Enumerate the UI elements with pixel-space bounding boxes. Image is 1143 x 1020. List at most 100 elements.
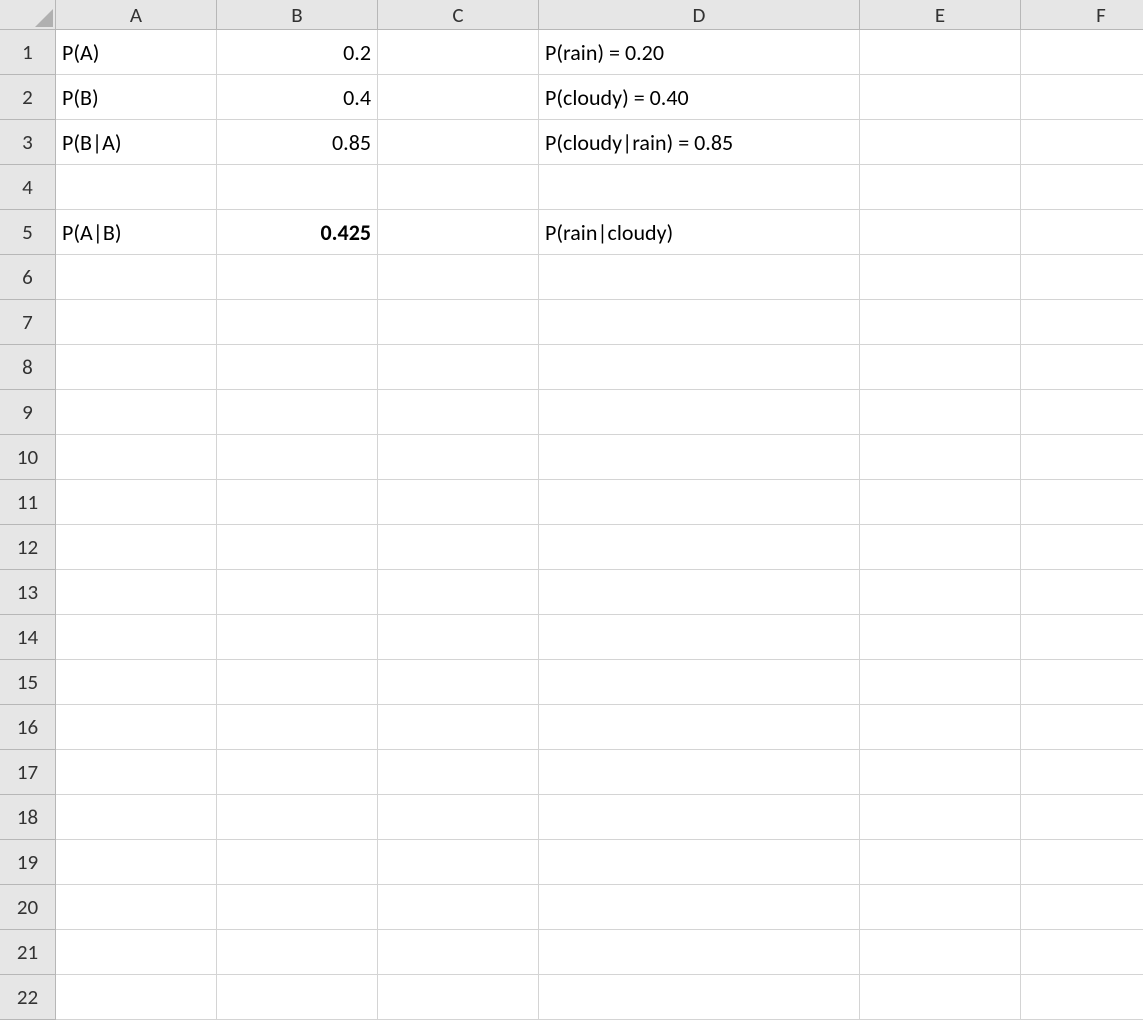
cell-D7[interactable] — [539, 300, 860, 345]
cell-C11[interactable] — [378, 480, 539, 525]
row-header-17[interactable]: 17 — [0, 750, 56, 795]
cell-C10[interactable] — [378, 435, 539, 480]
cell-A10[interactable] — [56, 435, 217, 480]
cell-F10[interactable] — [1021, 435, 1143, 480]
cell-D6[interactable] — [539, 255, 860, 300]
cell-E9[interactable] — [860, 390, 1021, 435]
cell-E19[interactable] — [860, 840, 1021, 885]
cell-A6[interactable] — [56, 255, 217, 300]
cell-D4[interactable] — [539, 165, 860, 210]
row-header-4[interactable]: 4 — [0, 165, 56, 210]
cell-C19[interactable] — [378, 840, 539, 885]
cell-E17[interactable] — [860, 750, 1021, 795]
cell-D5[interactable]: P(rain|cloudy) — [539, 210, 860, 255]
cell-A5[interactable]: P(A|B) — [56, 210, 217, 255]
cell-D18[interactable] — [539, 795, 860, 840]
cell-C15[interactable] — [378, 660, 539, 705]
cell-A2[interactable]: P(B) — [56, 75, 217, 120]
cell-F19[interactable] — [1021, 840, 1143, 885]
cell-B5[interactable]: 0.425 — [217, 210, 378, 255]
cell-A3[interactable]: P(B|A) — [56, 120, 217, 165]
cell-B3[interactable]: 0.85 — [217, 120, 378, 165]
cell-A1[interactable]: P(A) — [56, 30, 217, 75]
cell-E20[interactable] — [860, 885, 1021, 930]
cell-C21[interactable] — [378, 930, 539, 975]
cell-D9[interactable] — [539, 390, 860, 435]
cell-F4[interactable] — [1021, 165, 1143, 210]
cell-C9[interactable] — [378, 390, 539, 435]
row-header-20[interactable]: 20 — [0, 885, 56, 930]
cell-B4[interactable] — [217, 165, 378, 210]
cell-D17[interactable] — [539, 750, 860, 795]
cell-E2[interactable] — [860, 75, 1021, 120]
row-header-12[interactable]: 12 — [0, 525, 56, 570]
cell-B2[interactable]: 0.4 — [217, 75, 378, 120]
cell-E5[interactable] — [860, 210, 1021, 255]
cell-D2[interactable]: P(cloudy) = 0.40 — [539, 75, 860, 120]
cell-F7[interactable] — [1021, 300, 1143, 345]
cell-F5[interactable] — [1021, 210, 1143, 255]
cell-D13[interactable] — [539, 570, 860, 615]
cell-D1[interactable]: P(rain) = 0.20 — [539, 30, 860, 75]
col-header-A[interactable]: A — [56, 0, 217, 30]
cell-F22[interactable] — [1021, 975, 1143, 1020]
cell-C6[interactable] — [378, 255, 539, 300]
cell-D15[interactable] — [539, 660, 860, 705]
row-header-22[interactable]: 22 — [0, 975, 56, 1020]
cell-F18[interactable] — [1021, 795, 1143, 840]
cell-B19[interactable] — [217, 840, 378, 885]
cell-F12[interactable] — [1021, 525, 1143, 570]
cell-C18[interactable] — [378, 795, 539, 840]
cell-D14[interactable] — [539, 615, 860, 660]
cell-B21[interactable] — [217, 930, 378, 975]
cell-E7[interactable] — [860, 300, 1021, 345]
row-header-13[interactable]: 13 — [0, 570, 56, 615]
row-header-5[interactable]: 5 — [0, 210, 56, 255]
cell-F16[interactable] — [1021, 705, 1143, 750]
cell-A16[interactable] — [56, 705, 217, 750]
cell-A12[interactable] — [56, 525, 217, 570]
cell-E16[interactable] — [860, 705, 1021, 750]
cell-B13[interactable] — [217, 570, 378, 615]
cell-C5[interactable] — [378, 210, 539, 255]
cell-B11[interactable] — [217, 480, 378, 525]
col-header-E[interactable]: E — [860, 0, 1021, 30]
cell-F11[interactable] — [1021, 480, 1143, 525]
cell-D10[interactable] — [539, 435, 860, 480]
spreadsheet-grid[interactable]: ABCDEF1P(A)0.2P(rain) = 0.202P(B)0.4P(cl… — [0, 0, 1143, 1020]
cell-D8[interactable] — [539, 345, 860, 390]
row-header-10[interactable]: 10 — [0, 435, 56, 480]
cell-C3[interactable] — [378, 120, 539, 165]
row-header-9[interactable]: 9 — [0, 390, 56, 435]
cell-C20[interactable] — [378, 885, 539, 930]
cell-E11[interactable] — [860, 480, 1021, 525]
cell-A18[interactable] — [56, 795, 217, 840]
cell-C7[interactable] — [378, 300, 539, 345]
cell-A15[interactable] — [56, 660, 217, 705]
cell-F17[interactable] — [1021, 750, 1143, 795]
cell-F1[interactable] — [1021, 30, 1143, 75]
cell-E10[interactable] — [860, 435, 1021, 480]
row-header-6[interactable]: 6 — [0, 255, 56, 300]
cell-B1[interactable]: 0.2 — [217, 30, 378, 75]
row-header-16[interactable]: 16 — [0, 705, 56, 750]
cell-A22[interactable] — [56, 975, 217, 1020]
cell-A8[interactable] — [56, 345, 217, 390]
cell-E3[interactable] — [860, 120, 1021, 165]
cell-F20[interactable] — [1021, 885, 1143, 930]
cell-C17[interactable] — [378, 750, 539, 795]
cell-E13[interactable] — [860, 570, 1021, 615]
cell-D19[interactable] — [539, 840, 860, 885]
cell-E12[interactable] — [860, 525, 1021, 570]
cell-E4[interactable] — [860, 165, 1021, 210]
cell-A13[interactable] — [56, 570, 217, 615]
col-header-B[interactable]: B — [217, 0, 378, 30]
row-header-19[interactable]: 19 — [0, 840, 56, 885]
cell-B10[interactable] — [217, 435, 378, 480]
row-header-15[interactable]: 15 — [0, 660, 56, 705]
cell-F15[interactable] — [1021, 660, 1143, 705]
cell-B22[interactable] — [217, 975, 378, 1020]
row-header-8[interactable]: 8 — [0, 345, 56, 390]
col-header-D[interactable]: D — [539, 0, 860, 30]
cell-B9[interactable] — [217, 390, 378, 435]
